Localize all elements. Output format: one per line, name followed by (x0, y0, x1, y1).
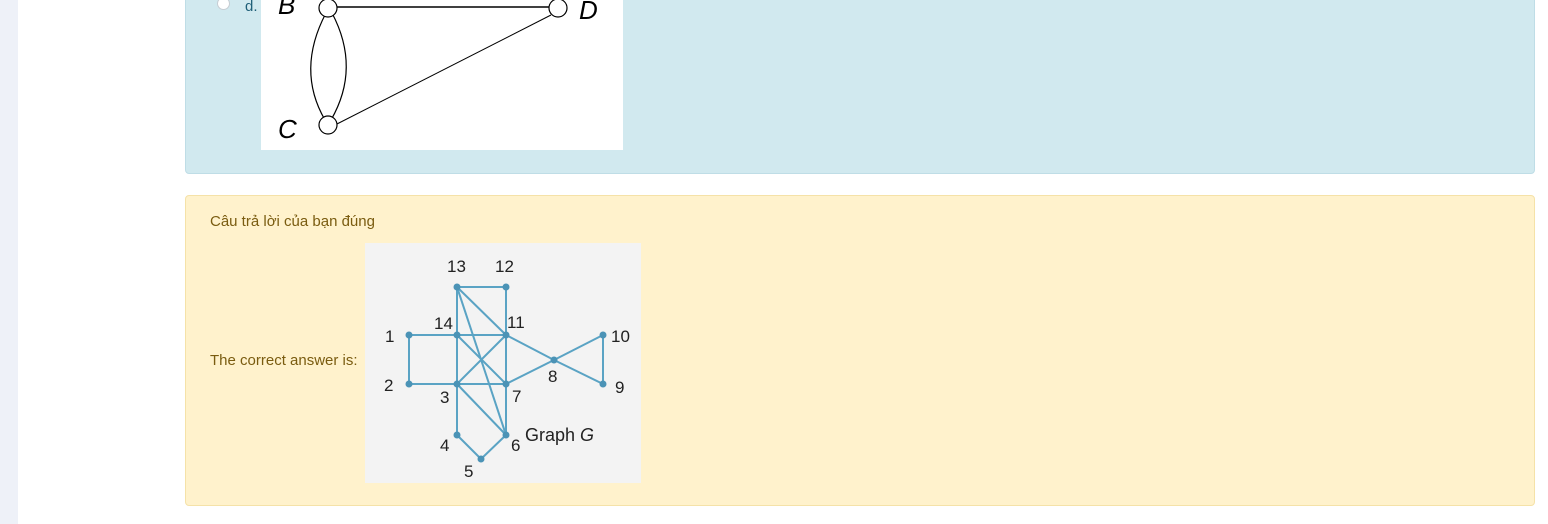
edge-8-10 (553, 334, 604, 361)
vertex-3 (453, 380, 461, 388)
label-b: B (278, 0, 295, 20)
graph-caption-prefix: Graph (525, 425, 580, 445)
vertex-label-7: 7 (512, 387, 521, 406)
vertex-label-14: 14 (434, 314, 453, 333)
label-d: D (579, 0, 598, 25)
vertex-label-5: 5 (464, 462, 473, 481)
edge-b-c-right (330, 12, 347, 121)
vertex-14 (453, 331, 461, 339)
vertex-10 (599, 331, 607, 339)
option-d-graph: B D C (278, 0, 598, 144)
vertex-12 (502, 283, 510, 291)
vertex-13 (453, 283, 461, 291)
vertex-label-1: 1 (385, 327, 394, 346)
edge-8-9 (553, 359, 604, 385)
vertex-label-4: 4 (440, 436, 449, 455)
vertex-label-11: 11 (507, 313, 525, 332)
edge-13-6 (456, 286, 507, 436)
vertex-1 (405, 331, 413, 339)
vertex-7 (502, 380, 510, 388)
edge-4-5 (456, 434, 482, 460)
edge-3-6 (456, 383, 507, 436)
graph-g: 1 2 3 4 5 6 7 8 9 10 11 12 13 14 Graph G (384, 257, 630, 481)
edge-11-8 (505, 334, 555, 361)
vertex-9 (599, 380, 607, 388)
vertex-label-12: 12 (495, 257, 514, 276)
vertex-8 (550, 356, 558, 364)
edge-b-c-left (310, 12, 327, 121)
vertex-4 (453, 431, 461, 439)
vertex-label-6: 6 (511, 436, 520, 455)
correct-answer-graph-image: 1 2 3 4 5 6 7 8 9 10 11 12 13 14 Graph G (365, 243, 641, 483)
graph-caption-name: G (580, 425, 594, 445)
vertex-2 (405, 380, 413, 388)
vertex-label-10: 10 (611, 327, 630, 346)
edge-5-6 (480, 434, 507, 460)
label-c: C (278, 114, 297, 144)
feedback-result-text: Câu trả lời của bạn đúng (210, 213, 375, 230)
vertex-label-9: 9 (615, 378, 624, 397)
option-d-graph-image: B D C (261, 0, 623, 150)
vertex-label-13: 13 (447, 257, 466, 276)
edge-c-d (334, 14, 552, 126)
left-rail (0, 0, 18, 524)
edge-7-8 (505, 359, 555, 385)
vertex-label-2: 2 (384, 376, 393, 395)
vertex-d (548, 0, 568, 18)
correct-answer-label: The correct answer is: (210, 352, 358, 369)
vertex-b (318, 0, 338, 18)
vertex-label-8: 8 (548, 367, 557, 386)
option-d-letter: d. (245, 0, 258, 15)
vertex-11 (502, 331, 510, 339)
vertex-c (318, 115, 338, 135)
vertex-label-3: 3 (440, 388, 449, 407)
vertex-6 (502, 431, 510, 439)
graph-caption: Graph G (525, 425, 594, 445)
vertex-5 (477, 455, 485, 463)
